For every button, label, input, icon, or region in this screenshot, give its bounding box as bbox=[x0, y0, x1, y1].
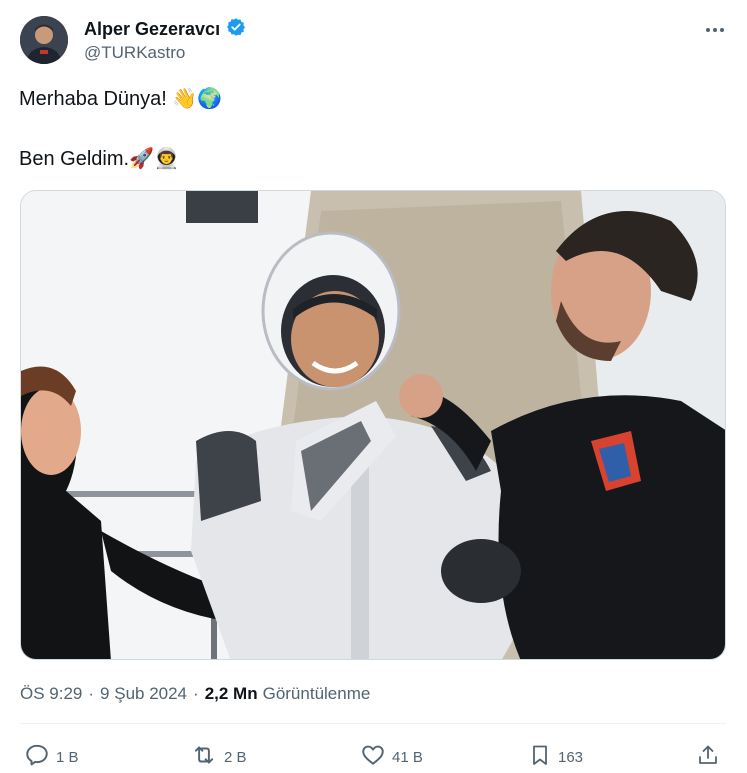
bookmark-button[interactable]: 163 bbox=[528, 742, 583, 772]
tweet-time[interactable]: ÖS 9:29 bbox=[20, 684, 82, 704]
views-count[interactable]: 2,2 Mn bbox=[205, 684, 258, 704]
divider bbox=[20, 723, 726, 724]
repost-count: 2 B bbox=[224, 748, 247, 766]
meta-separator-2: · bbox=[193, 684, 199, 703]
more-options-icon[interactable] bbox=[700, 22, 730, 38]
heart-icon bbox=[360, 742, 386, 772]
reply-button[interactable]: 1 B bbox=[24, 742, 79, 772]
repost-button[interactable]: 2 B bbox=[190, 742, 247, 772]
views-label: Görüntülenme bbox=[262, 684, 371, 703]
share-icon bbox=[696, 742, 720, 772]
author-handle[interactable]: @TURKastro bbox=[84, 43, 185, 63]
repost-icon bbox=[190, 742, 218, 772]
tweet-photo[interactable] bbox=[20, 190, 726, 660]
tweet-text-line-2: Ben Geldim.🚀👨‍🚀 bbox=[19, 148, 179, 170]
tweet-text-line-1: Merhaba Dünya! 👋🌍 bbox=[19, 88, 223, 110]
like-count: 41 B bbox=[392, 748, 423, 766]
share-button[interactable] bbox=[696, 742, 720, 772]
reply-count: 1 B bbox=[56, 748, 79, 766]
author-avatar[interactable] bbox=[20, 16, 68, 64]
bookmark-icon bbox=[528, 742, 552, 772]
author-name-row[interactable]: Alper Gezeravcı bbox=[84, 17, 246, 42]
verified-badge-icon bbox=[226, 17, 246, 42]
tweet-date[interactable]: 9 Şub 2024 bbox=[100, 684, 187, 704]
meta-separator: · bbox=[88, 684, 95, 703]
like-button[interactable]: 41 B bbox=[360, 742, 423, 772]
reply-icon bbox=[24, 742, 50, 772]
author-name[interactable]: Alper Gezeravcı bbox=[84, 19, 220, 40]
tweet-meta: ÖS 9:29 · 9 Şub 2024 · 2,2 Mn Görüntülen… bbox=[20, 684, 370, 704]
bookmark-count: 163 bbox=[558, 748, 584, 766]
